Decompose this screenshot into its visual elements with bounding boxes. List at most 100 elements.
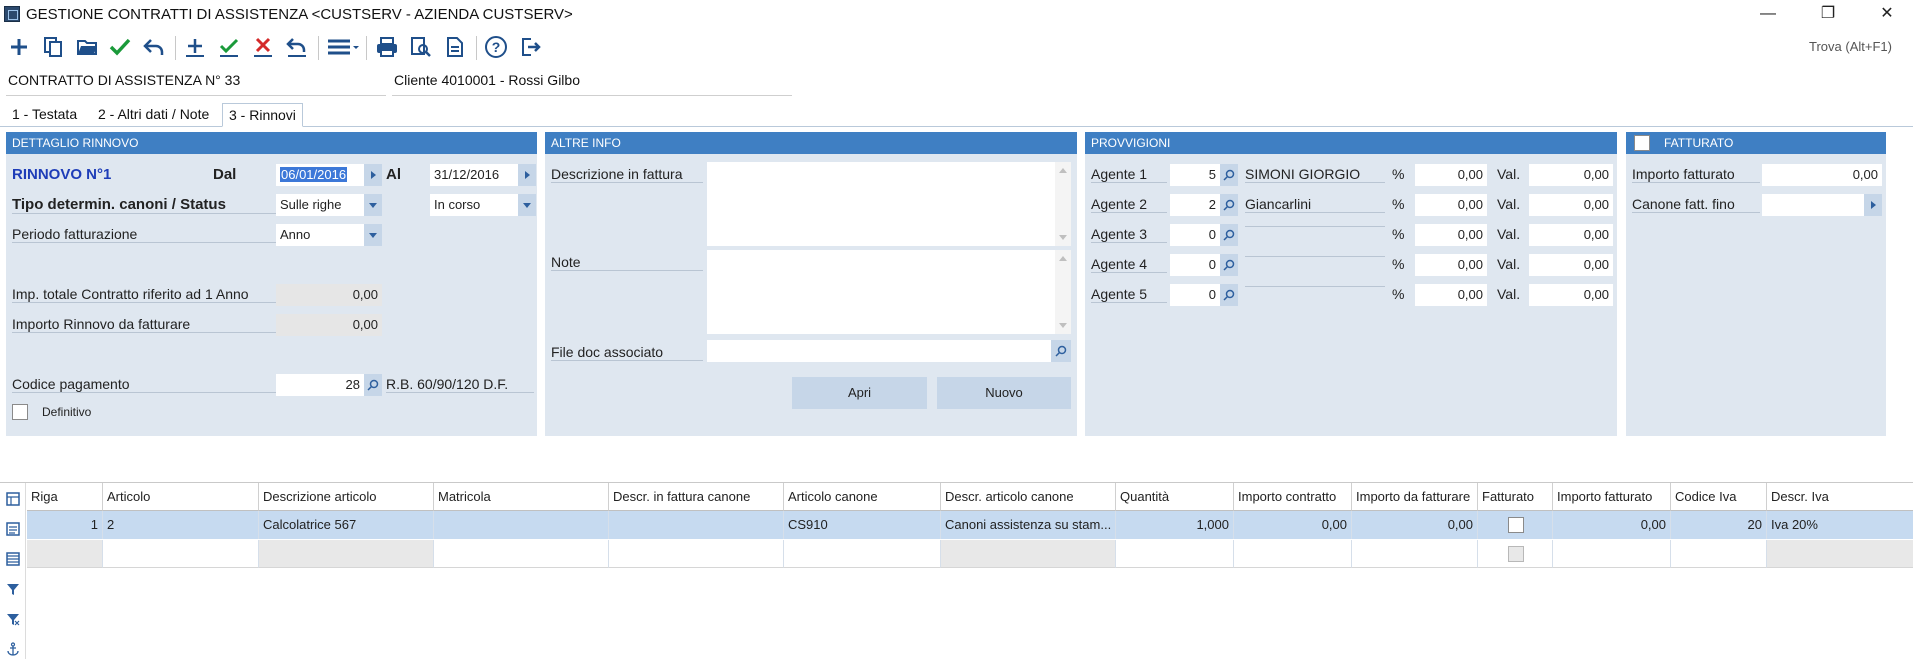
- copy-icon[interactable]: [38, 32, 68, 62]
- table-cell[interactable]: [27, 540, 103, 568]
- confirm-check-icon[interactable]: [105, 32, 135, 62]
- grid-form-icon[interactable]: [5, 521, 21, 537]
- column-header[interactable]: Codice Iva: [1671, 483, 1767, 511]
- agente-code-input[interactable]: 0: [1170, 254, 1220, 276]
- table-cell[interactable]: [609, 540, 784, 568]
- column-header[interactable]: Descr. Iva: [1767, 483, 1913, 511]
- table-cell[interactable]: 0,00: [1553, 511, 1671, 539]
- table-cell[interactable]: 2: [103, 511, 259, 539]
- agente-code-input[interactable]: 5: [1170, 164, 1220, 186]
- column-header[interactable]: Descr. in fattura canone: [609, 483, 784, 511]
- print-preview-icon[interactable]: [406, 32, 436, 62]
- percent-input[interactable]: 0,00: [1415, 254, 1487, 276]
- periodo-dropdown-button[interactable]: [364, 224, 382, 246]
- new-icon[interactable]: [4, 32, 34, 62]
- agente-search-icon[interactable]: [1220, 284, 1238, 306]
- agente-code-input[interactable]: 0: [1170, 284, 1220, 306]
- val-input[interactable]: 0,00: [1529, 284, 1613, 306]
- confirm-row-icon[interactable]: [214, 32, 244, 62]
- column-header[interactable]: Riga: [27, 483, 103, 511]
- descrizione-fattura-textarea[interactable]: [707, 162, 1071, 246]
- table-cell[interactable]: [1116, 540, 1234, 568]
- codice-pagamento-input[interactable]: 28: [276, 374, 364, 396]
- fatturato-checkbox[interactable]: [1634, 135, 1650, 151]
- print-icon[interactable]: [372, 32, 402, 62]
- table-cell[interactable]: [1478, 511, 1553, 539]
- column-header[interactable]: Articolo canone: [784, 483, 941, 511]
- grid-view-icon[interactable]: [5, 491, 21, 507]
- table-cell[interactable]: [434, 540, 609, 568]
- tipo-dropdown-button[interactable]: [364, 194, 382, 216]
- menu-list-icon[interactable]: [324, 32, 362, 62]
- table-cell[interactable]: [941, 540, 1116, 568]
- table-cell[interactable]: Calcolatrice 567: [259, 511, 434, 539]
- exit-icon[interactable]: [515, 32, 545, 62]
- agente-search-icon[interactable]: [1220, 194, 1238, 216]
- table-cell[interactable]: [103, 540, 259, 568]
- fatturato-cell-checkbox[interactable]: [1508, 517, 1524, 533]
- periodo-select[interactable]: Anno: [276, 224, 364, 246]
- codice-pagamento-search-icon[interactable]: [364, 374, 382, 396]
- restore-button[interactable]: ❐: [1805, 0, 1851, 30]
- grid-list-icon[interactable]: [5, 551, 21, 567]
- dal-input[interactable]: 06/01/2016: [276, 164, 364, 186]
- percent-input[interactable]: 0,00: [1415, 224, 1487, 246]
- table-cell[interactable]: [1671, 540, 1767, 568]
- document-icon[interactable]: [440, 32, 470, 62]
- tipo-select[interactable]: Sulle righe: [276, 194, 364, 216]
- percent-input[interactable]: 0,00: [1415, 194, 1487, 216]
- file-doc-search-icon[interactable]: [1051, 340, 1071, 362]
- status-dropdown-button[interactable]: [518, 194, 536, 216]
- table-cell[interactable]: CS910: [784, 511, 941, 539]
- column-header[interactable]: Descrizione articolo: [259, 483, 434, 511]
- apri-button[interactable]: Apri: [792, 377, 927, 409]
- val-input[interactable]: 0,00: [1529, 254, 1613, 276]
- scrollbar[interactable]: [1055, 250, 1071, 334]
- scrollbar[interactable]: [1055, 162, 1071, 246]
- val-input[interactable]: 0,00: [1529, 224, 1613, 246]
- agente-search-icon[interactable]: [1220, 254, 1238, 276]
- table-cell[interactable]: 0,00: [1234, 511, 1352, 539]
- minimize-button[interactable]: —: [1745, 0, 1791, 30]
- note-textarea[interactable]: [707, 250, 1071, 334]
- table-cell[interactable]: [1352, 540, 1478, 568]
- filter-icon[interactable]: [5, 581, 21, 597]
- nuovo-button[interactable]: Nuovo: [937, 377, 1071, 409]
- column-header[interactable]: Importo contratto: [1234, 483, 1352, 511]
- find-box[interactable]: Trova (Alt+F1): [1803, 32, 1913, 62]
- help-icon[interactable]: ?: [481, 32, 511, 62]
- canone-fatt-input[interactable]: [1762, 194, 1864, 216]
- table-cell[interactable]: 1,000: [1116, 511, 1234, 539]
- add-row-icon[interactable]: [180, 32, 210, 62]
- filter-remove-icon[interactable]: [5, 611, 21, 627]
- status-select[interactable]: In corso: [430, 194, 518, 216]
- anchor-icon[interactable]: [5, 641, 21, 657]
- table-cell[interactable]: [1767, 540, 1913, 568]
- importo-fatturato-input[interactable]: 0,00: [1762, 164, 1882, 186]
- close-button[interactable]: ✕: [1864, 0, 1910, 30]
- table-cell[interactable]: Canoni assistenza su stam...: [941, 511, 1116, 539]
- column-header[interactable]: Importo da fatturare: [1352, 483, 1478, 511]
- table-cell[interactable]: [784, 540, 941, 568]
- table-cell[interactable]: Iva 20%: [1767, 511, 1913, 539]
- table-cell[interactable]: [1234, 540, 1352, 568]
- fatturato-cell-checkbox[interactable]: [1508, 546, 1524, 562]
- agente-code-input[interactable]: 2: [1170, 194, 1220, 216]
- agente-search-icon[interactable]: [1220, 224, 1238, 246]
- table-cell[interactable]: 1: [27, 511, 103, 539]
- dal-next-button[interactable]: [364, 164, 382, 186]
- definitivo-checkbox[interactable]: [12, 404, 28, 420]
- column-header[interactable]: Quantità: [1116, 483, 1234, 511]
- column-header[interactable]: Fatturato: [1478, 483, 1553, 511]
- al-input[interactable]: 31/12/2016: [430, 164, 518, 186]
- open-folder-icon[interactable]: [72, 32, 102, 62]
- val-input[interactable]: 0,00: [1529, 164, 1613, 186]
- undo-row-icon[interactable]: [282, 32, 312, 62]
- table-cell[interactable]: [259, 540, 434, 568]
- percent-input[interactable]: 0,00: [1415, 164, 1487, 186]
- table-cell[interactable]: 20: [1671, 511, 1767, 539]
- table-cell[interactable]: [609, 511, 784, 539]
- column-header[interactable]: Articolo: [103, 483, 259, 511]
- table-cell[interactable]: [1553, 540, 1671, 568]
- table-cell[interactable]: [434, 511, 609, 539]
